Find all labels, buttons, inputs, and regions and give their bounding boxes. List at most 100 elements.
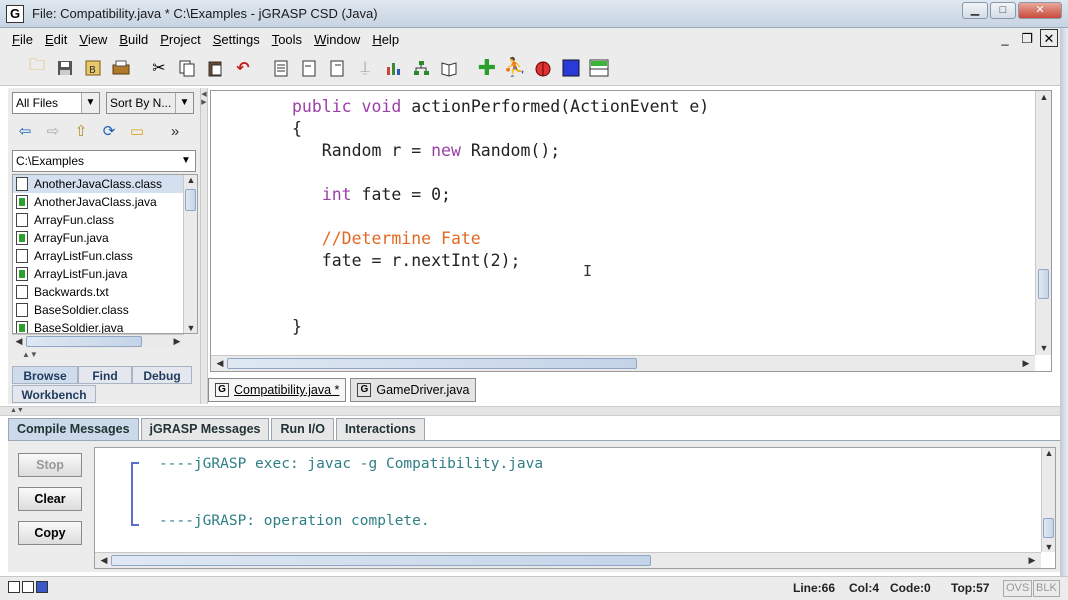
tab-interactions[interactable]: Interactions [335, 418, 425, 440]
chevron-down-icon[interactable]: ▼ [177, 151, 195, 171]
close-button[interactable]: ✕ [1018, 2, 1062, 19]
splitter-arrows-icon[interactable]: ◀ ▶ [201, 90, 207, 106]
panel-icon[interactable] [586, 55, 612, 81]
tab-browse[interactable]: Browse [12, 366, 78, 384]
code-content[interactable]: public void actionPerformed(ActionEvent … [211, 91, 1035, 355]
menu-view[interactable]: View [73, 32, 113, 47]
splitter-arrows-icon[interactable]: ▲▼ [10, 407, 24, 414]
refresh-icon[interactable]: ⟳ [96, 120, 122, 144]
menu-settings[interactable]: Settings [207, 32, 266, 47]
collapse-arrows-icon[interactable]: ▲▼ [22, 350, 38, 359]
file-list-hscroll[interactable]: ◀ ▶ [12, 334, 184, 348]
scroll-left-icon[interactable]: ◀ [213, 358, 227, 369]
menu-window[interactable]: Window [308, 32, 366, 47]
scroll-right-icon[interactable]: ▶ [1025, 555, 1039, 566]
layout-grid-icon[interactable] [8, 581, 20, 593]
back-arrow-icon[interactable]: ⇦ [12, 120, 38, 144]
stop-button[interactable]: Stop [18, 453, 82, 477]
tab-debug[interactable]: Debug [132, 366, 192, 384]
menu-project[interactable]: Project [154, 32, 206, 47]
scroll-thumb[interactable] [26, 336, 142, 347]
code-line[interactable]: int fate = 0; [292, 185, 451, 207]
doc-minimize-button[interactable]: _ [996, 29, 1014, 47]
document-alt-icon[interactable] [324, 55, 350, 81]
bar-chart-icon[interactable] [380, 55, 406, 81]
forward-arrow-icon[interactable]: ⇨ [40, 120, 66, 144]
bug-icon[interactable] [530, 55, 556, 81]
scroll-thumb[interactable] [227, 358, 637, 369]
blue-square-icon[interactable] [558, 55, 584, 81]
scroll-right-icon[interactable]: ▶ [170, 336, 184, 347]
book-icon[interactable] [436, 55, 462, 81]
folder-icon[interactable]: ▭ [124, 120, 150, 144]
open-folder-icon[interactable]: 🗀 [24, 55, 50, 81]
doc-restore-button[interactable]: ❐ [1018, 29, 1036, 47]
vertical-splitter[interactable]: ◀ ▶ [200, 88, 208, 404]
message-hscroll[interactable]: ◀ ▶ [95, 552, 1041, 568]
horizontal-splitter[interactable]: ▲▼ [0, 406, 1060, 416]
menu-tools[interactable]: Tools [266, 32, 308, 47]
editor-vscroll[interactable]: ▲ ▼ [1035, 91, 1051, 355]
file-list-vscroll[interactable]: ▲ ▼ [183, 175, 197, 333]
file-filter-combo[interactable]: All Files ▼ [12, 92, 100, 114]
menu-edit[interactable]: Edit [39, 32, 73, 47]
scroll-up-icon[interactable]: ▲ [184, 175, 197, 185]
scroll-left-icon[interactable]: ◀ [12, 336, 26, 347]
chevron-down-icon[interactable]: ▼ [81, 93, 99, 113]
code-line[interactable]: } [292, 317, 302, 339]
tree-icon[interactable] [408, 55, 434, 81]
layout-list-icon[interactable] [22, 581, 34, 593]
copy-icon[interactable] [174, 55, 200, 81]
code-line[interactable]: fate = r.nextInt(2); [292, 251, 521, 273]
doc-close-button[interactable]: ✕ [1040, 29, 1058, 47]
debug-person-icon[interactable]: ⛹ [502, 55, 528, 81]
save-icon[interactable] [52, 55, 78, 81]
file-list-item[interactable]: BaseSoldier.java [13, 319, 197, 333]
code-editor[interactable]: public void actionPerformed(ActionEvent … [210, 90, 1052, 372]
clear-button[interactable]: Clear [18, 487, 82, 511]
up-folder-icon[interactable]: ⇧ [68, 120, 94, 144]
message-output[interactable]: ----jGRASP exec: javac -g Compatibility.… [94, 447, 1056, 569]
tab-compile-messages[interactable]: Compile Messages [8, 418, 139, 440]
document-icon[interactable] [296, 55, 322, 81]
tab-find[interactable]: Find [78, 366, 132, 384]
print-icon[interactable] [108, 55, 134, 81]
sort-combo[interactable]: Sort By N... ▼ [106, 92, 194, 114]
file-list-item[interactable]: ArrayListFun.java [13, 265, 197, 283]
scroll-left-icon[interactable]: ◀ [97, 555, 111, 566]
pin-icon[interactable]: ⍊ [352, 55, 378, 81]
code-line[interactable]: public void actionPerformed(ActionEvent … [292, 97, 709, 119]
scroll-thumb[interactable] [1038, 269, 1049, 299]
more-chevron-icon[interactable]: » [162, 120, 188, 144]
tab-compatibility-java[interactable]: G Compatibility.java * [208, 378, 347, 402]
code-line[interactable]: { [292, 119, 302, 141]
menu-file[interactable]: File [6, 32, 39, 47]
format-icon[interactable] [268, 55, 294, 81]
cut-icon[interactable]: ✂ [146, 55, 172, 81]
file-list-item[interactable]: ArrayFun.java [13, 229, 197, 247]
scroll-thumb[interactable] [185, 189, 196, 211]
scroll-thumb[interactable] [1043, 518, 1054, 538]
scroll-thumb[interactable] [111, 555, 651, 566]
menu-build[interactable]: Build [113, 32, 154, 47]
scroll-down-icon[interactable]: ▼ [1042, 542, 1055, 552]
file-list-item[interactable]: ArrayFun.class [13, 211, 197, 229]
scroll-up-icon[interactable]: ▲ [1037, 92, 1051, 102]
tab-gamedriver-java[interactable]: G GameDriver.java [350, 378, 477, 402]
tab-jgrasp-messages[interactable]: jGRASP Messages [140, 418, 270, 440]
save-all-icon[interactable]: B [80, 55, 106, 81]
file-list-item[interactable]: AnotherJavaClass.java [13, 193, 197, 211]
tab-run-io[interactable]: Run I/O [271, 418, 334, 440]
paste-icon[interactable] [202, 55, 228, 81]
add-plus-icon[interactable]: ✚ [474, 55, 500, 81]
code-line[interactable]: //Determine Fate [292, 229, 481, 251]
file-list-item[interactable]: ArrayListFun.class [13, 247, 197, 265]
layout-window-icon[interactable] [36, 581, 48, 593]
menu-help[interactable]: Help [366, 32, 405, 47]
scroll-down-icon[interactable]: ▼ [1037, 343, 1051, 353]
directory-path-combo[interactable]: C:\Examples ▼ [12, 150, 196, 172]
editor-hscroll[interactable]: ◀ ▶ [211, 355, 1035, 371]
file-list-item[interactable]: Backwards.txt [13, 283, 197, 301]
message-vscroll[interactable]: ▲ ▼ [1041, 448, 1055, 552]
scroll-down-icon[interactable]: ▼ [184, 323, 197, 333]
